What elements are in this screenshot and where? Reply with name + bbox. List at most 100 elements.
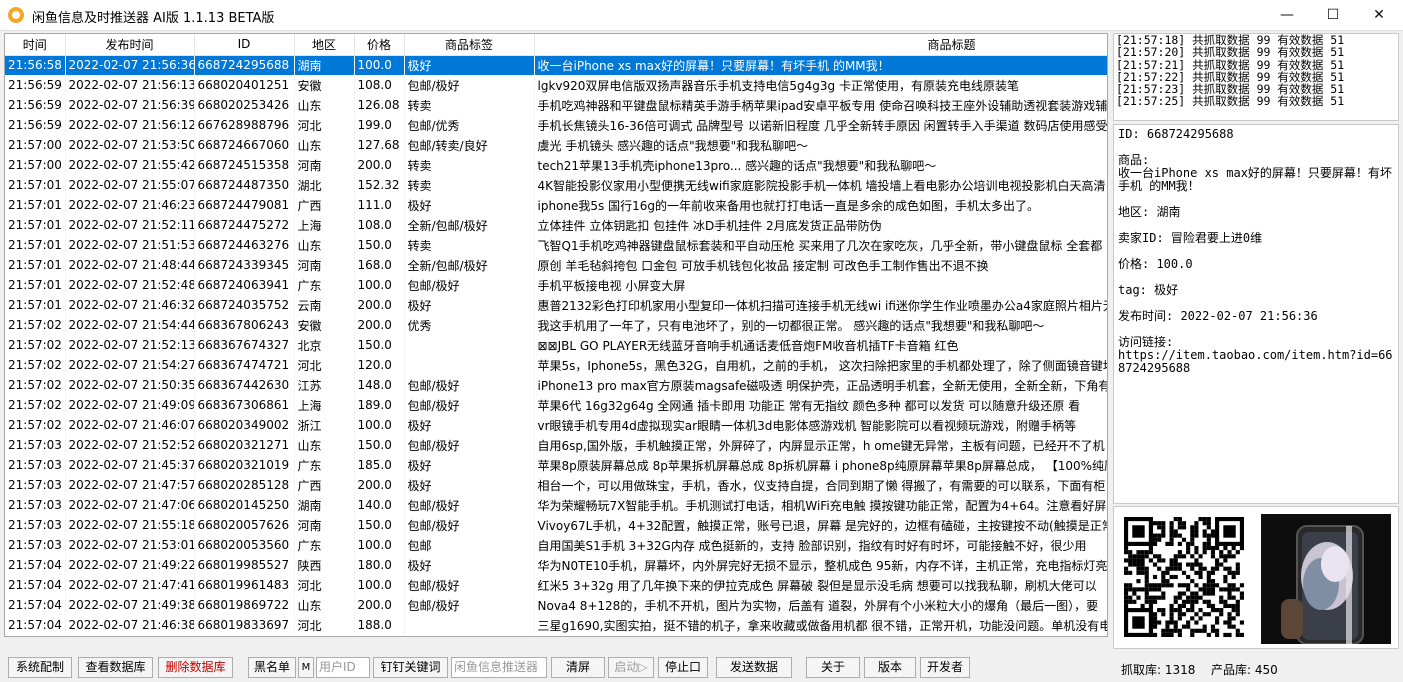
table-row[interactable]: 21:56:59 2022-02-07 21:56:13 668020401251 安… xyxy=(5,75,1107,95)
cell-tag xyxy=(404,615,535,635)
cell-tag: 转卖 xyxy=(404,95,535,115)
table-row[interactable]: 21:57:04 2022-02-07 21:46:38 668019833697 河… xyxy=(5,615,1107,635)
table-row[interactable]: 21:57:03 2022-02-07 21:53:01 668020053560 广… xyxy=(5,535,1107,555)
table-row[interactable]: 21:56:58 2022-02-07 21:56:36 668724295688 湖… xyxy=(5,55,1107,75)
start-button[interactable]: 启动▷ xyxy=(608,657,654,678)
pusher-input[interactable]: 闲鱼信息推送器 xyxy=(451,657,547,678)
table-row[interactable]: 21:57:00 2022-02-07 21:55:42 668724515358 河… xyxy=(5,155,1107,175)
blacklist-button[interactable]: 黑名单 xyxy=(248,657,296,678)
column-header-id[interactable]: ID xyxy=(194,34,295,56)
column-header-region[interactable]: 地区 xyxy=(294,34,355,56)
about-button[interactable]: 关于 xyxy=(806,657,860,678)
cell-time: 21:56:59 xyxy=(5,115,66,135)
send-data-button[interactable]: 发送数据 xyxy=(716,657,792,678)
cell-region: 河北 xyxy=(294,115,355,135)
cell-id: 668019869722 xyxy=(194,595,295,615)
cell-publish-time: 2022-02-07 21:56:13 xyxy=(65,75,195,95)
phone-photo-image xyxy=(1261,514,1391,644)
log-panel[interactable]: [21:57:18] 共抓取数据 99 有效数据 51 [21:57:20] 共… xyxy=(1113,33,1399,121)
cell-publish-time: 2022-02-07 21:47:57 xyxy=(65,475,195,495)
cell-price: 152.32 xyxy=(354,175,405,195)
table-row[interactable]: 21:57:02 2022-02-07 21:54:27 668367474721 河… xyxy=(5,355,1107,375)
product-photo[interactable] xyxy=(1261,514,1391,644)
table-row[interactable]: 21:57:01 2022-02-07 21:48:44 668724339345 河… xyxy=(5,255,1107,275)
table-row[interactable]: 21:57:03 2022-02-07 21:52:52 668020321271 山… xyxy=(5,435,1107,455)
table-row[interactable]: 21:57:01 2022-02-07 21:46:32 668724035752 云… xyxy=(5,295,1107,315)
table-row[interactable]: 21:57:01 2022-02-07 21:52:48 668724063941 广… xyxy=(5,275,1107,295)
cell-region: 山东 xyxy=(294,435,355,455)
cell-price: 200.0 xyxy=(354,315,405,335)
cell-id: 668020321271 xyxy=(194,435,295,455)
cell-region: 江苏 xyxy=(294,375,355,395)
dingtalk-keyword-button[interactable]: 钉钉关键词 xyxy=(373,657,448,678)
cell-publish-time: 2022-02-07 21:47:06 xyxy=(65,495,195,515)
table-row[interactable]: 21:57:02 2022-02-07 21:50:35 668367442630 江… xyxy=(5,375,1107,395)
cell-tag: 极好 xyxy=(404,455,535,475)
cell-id: 668724339345 xyxy=(194,255,295,275)
table-row[interactable]: 21:56:59 2022-02-07 21:56:12 667628988796 河… xyxy=(5,115,1107,135)
developer-button[interactable]: 开发者 xyxy=(920,657,970,678)
user-id-input[interactable]: 用户ID xyxy=(316,657,370,678)
cell-region: 浙江 xyxy=(294,415,355,435)
detail-panel[interactable]: ID: 668724295688 商品: 收一台iPhone xs max好的屏… xyxy=(1113,124,1399,504)
cell-time: 21:57:00 xyxy=(5,155,66,175)
cell-time: 21:57:04 xyxy=(5,615,66,635)
cell-price: 185.0 xyxy=(354,455,405,475)
cell-price: 120.0 xyxy=(354,355,405,375)
stop-button[interactable]: 停止口 xyxy=(658,657,708,678)
table-row[interactable]: 21:57:02 2022-02-07 21:49:09 668367306861 上… xyxy=(5,395,1107,415)
app-logo-icon xyxy=(8,7,24,23)
cell-region: 广东 xyxy=(294,535,355,555)
table-row[interactable]: 21:57:03 2022-02-07 21:55:18 668020057626 河… xyxy=(5,515,1107,535)
cell-publish-time: 2022-02-07 21:56:36 xyxy=(65,55,195,75)
version-button[interactable]: 版本 xyxy=(864,657,916,678)
cell-price: 200.0 xyxy=(354,295,405,315)
m-toggle[interactable]: M xyxy=(298,657,314,678)
cell-id: 668020053560 xyxy=(194,535,295,555)
cell-tag: 包邮 xyxy=(404,535,535,555)
log-line: [21:57:25] 共抓取数据 99 有效数据 51 xyxy=(1116,94,1345,109)
column-header-publish-time[interactable]: 发布时间 xyxy=(65,34,195,56)
detail-link[interactable]: 访问链接: https://item.taobao.com/item.htm?i… xyxy=(1118,336,1394,375)
cell-publish-time: 2022-02-07 21:49:38 xyxy=(65,595,195,615)
table-row[interactable]: 21:57:04 2022-02-07 21:49:38 668019869722 山… xyxy=(5,595,1107,615)
table-row[interactable]: 21:57:02 2022-02-07 21:52:13 668367674327 北… xyxy=(5,335,1107,355)
column-header-title[interactable]: 商品标题 xyxy=(534,34,1107,56)
table-row[interactable]: 21:57:03 2022-02-07 21:47:06 668020145250 湖… xyxy=(5,495,1107,515)
cell-price: 188.0 xyxy=(354,615,405,635)
cell-publish-time: 2022-02-07 21:46:38 xyxy=(65,615,195,635)
table-row[interactable]: 21:56:59 2022-02-07 21:56:39 668020253426 山… xyxy=(5,95,1107,115)
view-database-button[interactable]: 查看数据库 xyxy=(78,657,153,678)
table-row[interactable]: 21:57:01 2022-02-07 21:46:23 668724479081 广… xyxy=(5,195,1107,215)
column-header-tag[interactable]: 商品标签 xyxy=(404,34,535,56)
table-row[interactable]: 21:57:02 2022-02-07 21:54:44 668367806243 安… xyxy=(5,315,1107,335)
cell-region: 河北 xyxy=(294,615,355,635)
table-row[interactable]: 21:57:04 2022-02-07 21:47:41 668019961483 河… xyxy=(5,575,1107,595)
column-header-price[interactable]: 价格 xyxy=(354,34,405,56)
table-row[interactable]: 21:57:02 2022-02-07 21:46:07 668020349002 浙… xyxy=(5,415,1107,435)
delete-database-button[interactable]: 删除数据库 xyxy=(158,657,233,678)
cell-time: 21:57:01 xyxy=(5,175,66,195)
cell-tag: 包邮/转卖/良好 xyxy=(404,135,535,155)
table-row[interactable]: 21:57:04 2022-02-07 21:49:22 668019985527 陕… xyxy=(5,555,1107,575)
close-button[interactable]: ✕ xyxy=(1356,0,1402,31)
cell-time: 21:57:03 xyxy=(5,515,66,535)
table-row[interactable]: 21:57:00 2022-02-07 21:53:50 668724667060 山… xyxy=(5,135,1107,155)
table-row[interactable]: 21:57:01 2022-02-07 21:55:07 668724487350 湖… xyxy=(5,175,1107,195)
table-row[interactable]: 21:57:01 2022-02-07 21:52:11 668724475272 上… xyxy=(5,215,1107,235)
cell-price: 108.0 xyxy=(354,75,405,95)
maximize-button[interactable]: ☐ xyxy=(1310,0,1356,31)
cell-title: 苹果6代 16g32g64g 全网通 插卡即用 功能正 常有无指纹 颜色多种 都… xyxy=(534,395,1107,415)
listings-table[interactable]: 时间 发布时间 ID 地区 价格 商品标签 商品标题 21:56:58 2022-… xyxy=(4,33,1108,637)
cell-region: 湖南 xyxy=(294,55,355,75)
clear-screen-button[interactable]: 清屏 xyxy=(551,657,605,678)
minimize-button[interactable]: — xyxy=(1264,0,1310,31)
cell-price: 126.08 xyxy=(354,95,405,115)
column-header-time[interactable]: 时间 xyxy=(5,34,66,56)
system-config-button[interactable]: 系统配制 xyxy=(8,657,72,678)
table-row[interactable]: 21:57:01 2022-02-07 21:51:53 668724463276 山… xyxy=(5,235,1107,255)
table-row[interactable]: 21:57:03 2022-02-07 21:47:57 668020285128 广… xyxy=(5,475,1107,495)
cell-id: 668020401251 xyxy=(194,75,295,95)
table-row[interactable]: 21:57:03 2022-02-07 21:45:37 668020321019 广… xyxy=(5,455,1107,475)
cell-id: 668020253426 xyxy=(194,95,295,115)
